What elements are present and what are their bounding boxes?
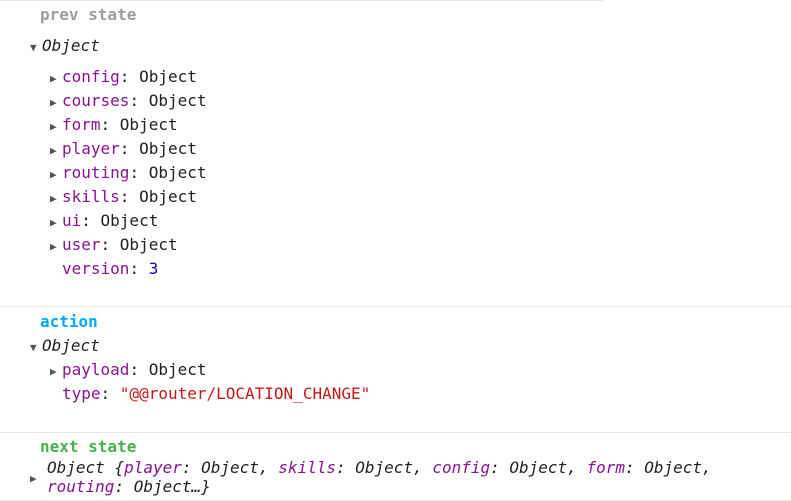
property-value: Object [148, 163, 207, 182]
triangle-down-icon[interactable]: ▼ [30, 338, 42, 358]
preview-key: skills [278, 458, 336, 477]
property-value: Object [148, 360, 207, 379]
action-item-type: type: "@@router/LOCATION_CHANGE" [62, 384, 371, 403]
action-section: action ▼ Object ▶ payload: Object type: "@… [0, 307, 791, 433]
action-root-label: Object [42, 336, 100, 355]
preview-value: Object…} [133, 477, 211, 496]
preview-value: Object [509, 458, 568, 477]
preview-value: Object [201, 458, 259, 477]
preview-key: form [586, 458, 625, 477]
property-string-value: "@@router/LOCATION_CHANGE" [119, 384, 371, 403]
prev-state-section: prev state ▼ Object ▶ config: Object ▶ cour… [0, 0, 791, 307]
prev-state-item-player[interactable]: ▶ player: Object [50, 139, 197, 159]
property-value: Object [148, 91, 207, 110]
prev-state-item-routing[interactable]: ▶ routing: Object [50, 163, 207, 183]
prev-state-item-form[interactable]: ▶ form: Object [50, 115, 178, 135]
property-key: version [62, 259, 130, 278]
property-value: Object [139, 139, 197, 158]
triangle-right-icon[interactable]: ▶ [50, 117, 62, 137]
preview-key: routing [47, 477, 115, 496]
property-value: Object [139, 67, 197, 86]
property-key: routing [62, 163, 130, 182]
prev-state-root-label: Object [42, 36, 100, 55]
next-state-root-row[interactable]: ▶ [30, 458, 42, 485]
triangle-right-icon[interactable]: ▶ [50, 93, 62, 113]
triangle-right-icon[interactable]: ▶ [50, 69, 62, 89]
property-key: courses [62, 91, 130, 110]
action-label: action [40, 312, 98, 331]
preview-key: player [124, 458, 182, 477]
property-key: config [62, 67, 120, 86]
property-value: Object [119, 235, 178, 254]
prev-state-root-row[interactable]: ▼ Object [30, 36, 100, 56]
property-key: form [62, 115, 101, 134]
next-state-root-label: Object { [47, 458, 125, 477]
triangle-right-icon[interactable]: ▶ [50, 213, 62, 233]
preview-value: Object [355, 458, 414, 477]
property-number-value: 3 [148, 259, 159, 278]
property-value: Object [100, 211, 159, 230]
property-key: type [62, 384, 101, 403]
divider [0, 0, 604, 1]
property-key: player [62, 139, 120, 158]
triangle-right-icon[interactable]: ▶ [50, 141, 62, 161]
next-state-preview-line-1[interactable]: Object {player: Object, skills: Object, … [47, 458, 712, 478]
triangle-right-icon[interactable]: ▶ [50, 362, 62, 382]
triangle-right-icon[interactable]: ▶ [30, 469, 42, 489]
next-state-label: next state [40, 437, 137, 456]
property-key: payload [62, 360, 130, 379]
prev-state-item-skills[interactable]: ▶ skills: Object [50, 187, 197, 207]
triangle-right-icon[interactable]: ▶ [50, 165, 62, 185]
prev-state-item-user[interactable]: ▶ user: Object [50, 235, 178, 255]
triangle-right-icon[interactable]: ▶ [50, 189, 62, 209]
property-value: Object [139, 187, 197, 206]
property-value: Object [119, 115, 178, 134]
prev-state-item-config[interactable]: ▶ config: Object [50, 67, 197, 87]
property-key: skills [62, 187, 120, 206]
prev-state-item-version: version: 3 [62, 259, 159, 278]
action-root-row[interactable]: ▼ Object [30, 336, 100, 356]
prev-state-label: prev state [40, 5, 137, 24]
prev-state-item-courses[interactable]: ▶ courses: Object [50, 91, 207, 111]
triangle-down-icon[interactable]: ▼ [30, 38, 42, 58]
triangle-right-icon[interactable]: ▶ [50, 237, 62, 257]
next-state-preview-line-2[interactable]: routing: Object…} [47, 477, 211, 497]
action-item-payload[interactable]: ▶ payload: Object [50, 360, 207, 380]
prev-state-item-ui[interactable]: ▶ ui: Object [50, 211, 158, 231]
property-key: ui [62, 211, 82, 230]
property-key: user [62, 235, 101, 254]
preview-key: config [432, 458, 491, 477]
next-state-section: next state ▶ Object {player: Object, ski… [0, 433, 791, 501]
preview-value: Object [644, 458, 703, 477]
